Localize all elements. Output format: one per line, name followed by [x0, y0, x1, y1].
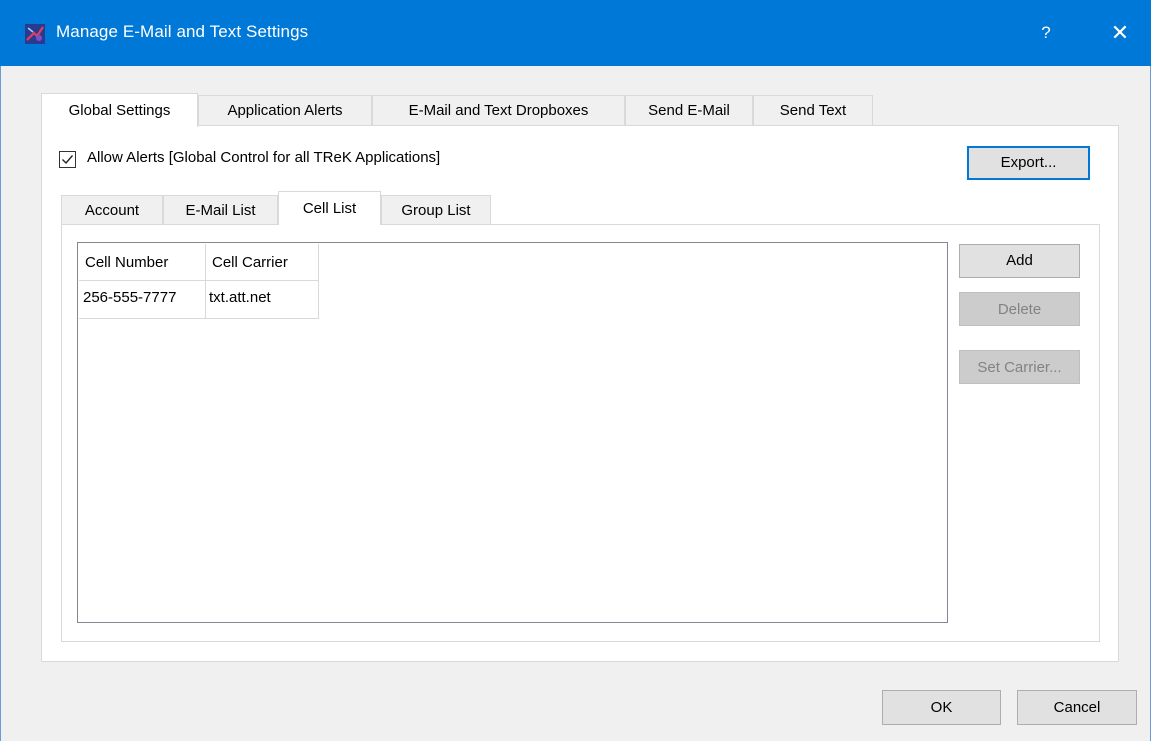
- subtab-label: E-Mail List: [185, 202, 256, 219]
- column-header-cell-number[interactable]: Cell Number: [79, 244, 206, 281]
- column-header-cell-carrier[interactable]: Cell Carrier: [206, 244, 319, 281]
- ok-button[interactable]: OK: [882, 690, 1001, 725]
- allow-alerts-checkbox[interactable]: [59, 151, 76, 168]
- checkmark-icon: [62, 155, 74, 165]
- subtab-account[interactable]: Account: [61, 195, 163, 226]
- tab-send-text[interactable]: Send Text: [753, 95, 873, 126]
- help-icon[interactable]: ?: [1030, 14, 1062, 52]
- table-row-cell-number[interactable]: 256-555-7777: [79, 281, 206, 319]
- title-bar: Manage E-Mail and Text Settings ? ✕: [0, 0, 1151, 66]
- subtab-label: Group List: [401, 202, 471, 219]
- subtab-email-list[interactable]: E-Mail List: [163, 195, 278, 226]
- tab-email-text-dropboxes[interactable]: E-Mail and Text Dropboxes: [372, 95, 625, 126]
- delete-button[interactable]: Delete: [959, 292, 1080, 326]
- tab-label: Global Settings: [68, 102, 171, 119]
- cancel-button[interactable]: Cancel: [1017, 690, 1137, 725]
- subtab-cell-list[interactable]: Cell List: [278, 191, 381, 225]
- tab-label: Application Alerts: [227, 102, 343, 119]
- subtab-label: Account: [84, 202, 140, 219]
- table-row-cell-carrier[interactable]: txt.att.net: [206, 281, 319, 319]
- tab-global-settings[interactable]: Global Settings: [41, 93, 198, 127]
- subtab-label: Cell List: [302, 200, 357, 217]
- close-icon[interactable]: ✕: [1100, 14, 1140, 52]
- tab-send-email[interactable]: Send E-Mail: [625, 95, 753, 126]
- cell-list-table[interactable]: Cell Number Cell Carrier 256-555-7777 tx…: [77, 242, 948, 623]
- window-title: Manage E-Mail and Text Settings: [56, 22, 309, 41]
- trek-app-icon: [25, 24, 45, 44]
- tab-label: Send Text: [779, 102, 847, 119]
- subtab-group-list[interactable]: Group List: [381, 195, 491, 226]
- allow-alerts-label[interactable]: Allow Alerts [Global Control for all TRe…: [87, 149, 440, 166]
- set-carrier-button[interactable]: Set Carrier...: [959, 350, 1080, 384]
- tab-label: E-Mail and Text Dropboxes: [408, 102, 589, 119]
- export-button[interactable]: Export...: [967, 146, 1090, 180]
- tab-application-alerts[interactable]: Application Alerts: [198, 95, 372, 126]
- tab-label: Send E-Mail: [648, 102, 730, 119]
- export-button-label: Export...: [1000, 154, 1057, 171]
- add-button[interactable]: Add: [959, 244, 1080, 278]
